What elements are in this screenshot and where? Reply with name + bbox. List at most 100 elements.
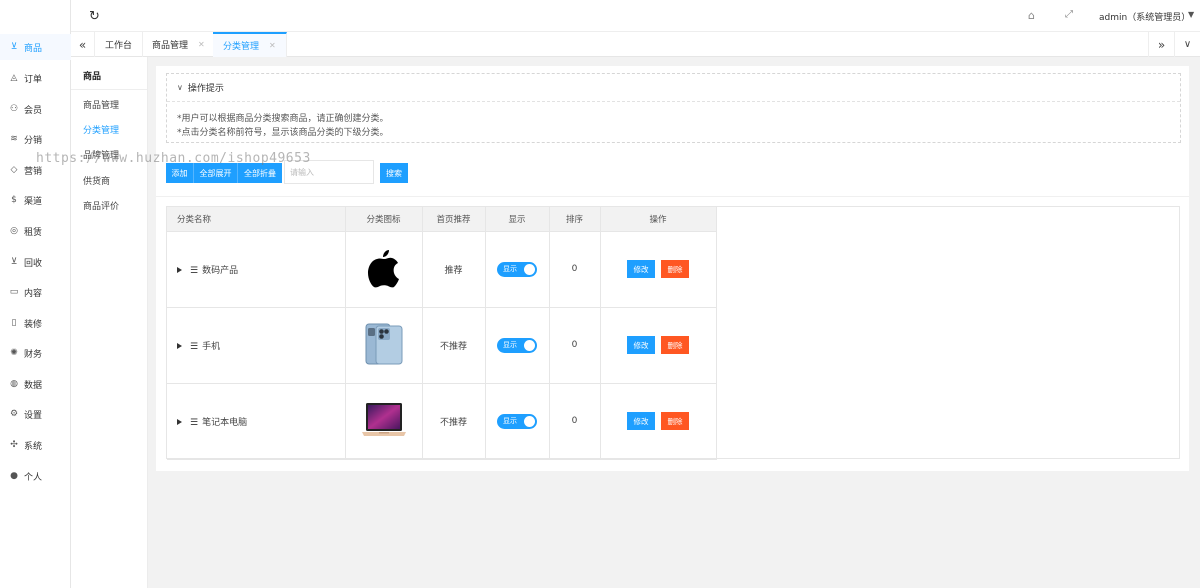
- nav-item-1[interactable]: ◬ 订单: [0, 65, 71, 91]
- delete-button[interactable]: 删除: [661, 412, 689, 430]
- phone-image-icon: [365, 323, 402, 364]
- search-button[interactable]: 搜索: [380, 163, 408, 183]
- nav-item-label: 数据: [24, 380, 43, 391]
- sort-value: 0: [549, 383, 601, 460]
- dollar-icon: $: [11, 195, 17, 205]
- add-button[interactable]: 添加: [166, 163, 194, 183]
- nav-item-2[interactable]: ⚇ 会员: [0, 96, 71, 122]
- tab-workbench[interactable]: 工作台: [95, 32, 144, 57]
- recommend-value: 不推荐: [422, 307, 486, 384]
- refresh-icon[interactable]: ↻: [89, 9, 100, 24]
- nav-item-label: 分销: [24, 135, 43, 146]
- nav-item-label: 财务: [24, 349, 43, 360]
- category-name[interactable]: 笔记本电脑: [202, 418, 247, 428]
- fan-icon: ✣: [10, 440, 18, 450]
- sub-nav-item-product[interactable]: 商品管理: [83, 98, 119, 111]
- layers-icon: ≋: [10, 134, 18, 144]
- toggle-knob: [524, 263, 535, 275]
- delete-button[interactable]: 删除: [661, 260, 689, 278]
- close-icon[interactable]: ✕: [198, 40, 205, 49]
- tabs-bar: « 工作台 商品管理 ✕ 分类管理 ✕ » ∨: [71, 32, 1200, 57]
- fullscreen-icon[interactable]: ⤢: [1065, 9, 1073, 20]
- nav-item-label: 订单: [24, 74, 43, 85]
- user-icon: ⚇: [9, 104, 19, 114]
- nav-item-label: 个人: [24, 472, 43, 483]
- toggle-knob: [524, 415, 535, 427]
- operation-tips: ∨ 操作提示 *用户可以根据商品分类搜索商品，请正确创建分类。 *点击分类名称前…: [166, 73, 1181, 143]
- nav-item-13[interactable]: ✣ 系统: [0, 432, 71, 458]
- recycle-cart-icon: ⊻: [10, 257, 18, 267]
- user-menu[interactable]: admin（系统管理员）: [1099, 10, 1190, 23]
- nav-item-8[interactable]: ▭ 内容: [0, 279, 71, 305]
- nav-item-14[interactable]: ● 个人: [0, 463, 71, 489]
- sub-nav-item-review[interactable]: 商品评价: [83, 199, 119, 212]
- tips-title: 操作提示: [187, 84, 224, 94]
- column-header: 显示: [485, 207, 550, 232]
- nav-item-12[interactable]: ⚙ 设置: [0, 401, 71, 427]
- edit-button[interactable]: 修改: [627, 412, 655, 430]
- chevron-down-icon: ∨: [177, 83, 183, 92]
- category-name[interactable]: 数码产品: [202, 266, 238, 276]
- tabs-scroll-right-icon[interactable]: »: [1148, 32, 1174, 57]
- nav-item-10[interactable]: ✺ 财务: [0, 340, 71, 366]
- nav-item-label: 装修: [24, 319, 43, 330]
- column-header: 排序: [549, 207, 601, 232]
- bell-icon: ◬: [10, 73, 18, 83]
- show-toggle[interactable]: 显示: [497, 413, 537, 429]
- diamond-icon: ◇: [10, 165, 18, 175]
- tab-product-manage[interactable]: 商品管理 ✕: [142, 32, 216, 57]
- close-icon[interactable]: ✕: [269, 41, 276, 50]
- tree-node-icon: ☰: [190, 417, 199, 428]
- nav-item-6[interactable]: ◎ 租赁: [0, 218, 71, 244]
- tab-category-manage[interactable]: 分类管理 ✕: [213, 32, 287, 57]
- globe-icon: ◍: [10, 379, 18, 389]
- tablet-icon: ▯: [11, 318, 17, 328]
- apple-logo-icon: [367, 249, 399, 287]
- show-toggle[interactable]: 显示: [497, 261, 537, 277]
- recommend-value: 推荐: [422, 231, 486, 308]
- nav-item-0[interactable]: ⊻ 商品: [0, 34, 71, 60]
- sub-nav: 商品 商品管理 分类管理 品牌管理 供货商 商品评价: [71, 57, 148, 588]
- expand-all-button[interactable]: 全部展开: [194, 163, 238, 183]
- sub-nav-item-supplier[interactable]: 供货商: [83, 174, 110, 187]
- shield-icon: ◎: [10, 226, 18, 236]
- toggle-knob: [524, 339, 535, 351]
- nav-item-9[interactable]: ▯ 装修: [0, 310, 71, 336]
- tip-line: *用户可以根据商品分类搜索商品，请正确创建分类。: [177, 114, 389, 124]
- table-row: ☰ 笔记本电脑 不推荐 显示 0 修改 删除: [167, 383, 717, 460]
- tabs-scroll-left-icon[interactable]: «: [71, 32, 95, 57]
- main-nav: ⊻ 商品 ◬ 订单 ⚇ 会员 ≋ 分销 ◇ 营销 $ 渠道 ◎ 租赁 ⊻ 回收 ▭ 内容 ▯ 装修 ✺ 财务 ◍ 数据 ⚙ 设置 ✣…: [0, 0, 71, 588]
- expand-arrow-icon[interactable]: [177, 419, 182, 425]
- edit-button[interactable]: 修改: [627, 260, 655, 278]
- column-header: 分类图标: [345, 207, 423, 232]
- delete-button[interactable]: 删除: [661, 336, 689, 354]
- sub-nav-title: 商品: [83, 72, 102, 82]
- nav-item-11[interactable]: ◍ 数据: [0, 371, 71, 397]
- tag-icon[interactable]: ⌂: [1028, 9, 1035, 22]
- nav-item-3[interactable]: ≋ 分销: [0, 126, 71, 152]
- divider: [156, 196, 1189, 197]
- sub-nav-item-category[interactable]: 分类管理: [83, 123, 119, 136]
- collapse-all-button[interactable]: 全部折叠: [238, 163, 282, 183]
- nav-item-label: 内容: [24, 288, 43, 299]
- category-name[interactable]: 手机: [202, 342, 220, 352]
- top-bar: ↻ ⌂ ⤢ admin（系统管理员） ▼: [71, 0, 1200, 32]
- nav-item-label: 会员: [24, 105, 43, 116]
- nav-item-5[interactable]: $ 渠道: [0, 187, 71, 213]
- tabs-menu-chevron-icon[interactable]: ∨: [1174, 32, 1200, 57]
- expand-arrow-icon[interactable]: [177, 267, 182, 273]
- nav-item-label: 设置: [24, 410, 43, 421]
- table-row: ☰ 数码产品 推荐 显示 0 修改 删除: [167, 231, 717, 308]
- show-toggle[interactable]: 显示: [497, 337, 537, 353]
- divider: [71, 89, 147, 90]
- sort-value: 0: [549, 231, 601, 308]
- nav-item-7[interactable]: ⊻ 回收: [0, 249, 71, 275]
- user-caret-icon[interactable]: ▼: [1188, 10, 1194, 19]
- tab-label: 工作台: [105, 41, 133, 51]
- expand-arrow-icon[interactable]: [177, 343, 182, 349]
- nav-item-label: 商品: [24, 43, 43, 54]
- laptop-image-icon: [361, 402, 406, 436]
- tips-header[interactable]: ∨ 操作提示: [167, 74, 1180, 102]
- edit-button[interactable]: 修改: [627, 336, 655, 354]
- nav-item-label: 渠道: [24, 196, 43, 207]
